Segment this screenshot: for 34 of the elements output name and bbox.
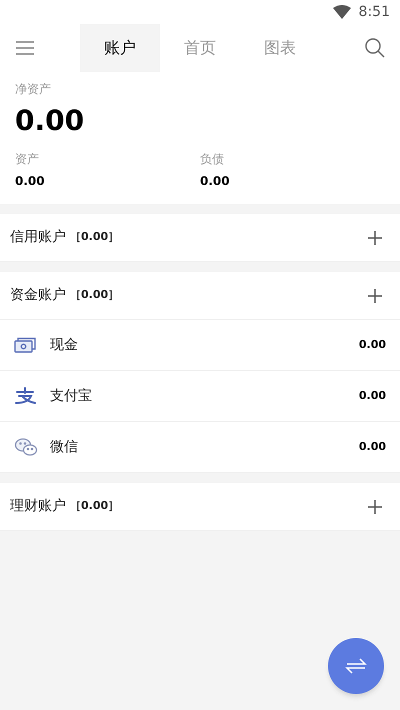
wifi-icon: [332, 5, 351, 19]
account-amount: 0.00: [358, 438, 386, 455]
account-amount: 0.00: [358, 336, 386, 353]
add-icon[interactable]: [368, 288, 382, 302]
account-name: 支付宝: [50, 386, 92, 406]
account-row[interactable]: 支付宝 0.00: [0, 371, 400, 422]
transfer-icon: [345, 657, 367, 675]
group-title: 信用账户: [10, 228, 66, 247]
liabilities-value: 0.00: [200, 173, 230, 190]
tab[interactable]: 账户: [80, 24, 160, 72]
status-time: 8:51: [358, 2, 390, 22]
liabilities-label: 负债: [200, 151, 224, 168]
add-icon[interactable]: [368, 230, 382, 244]
account-name: 现金: [50, 336, 78, 354]
assets-label: 资产: [15, 151, 39, 168]
banknote-icon: [14, 337, 36, 353]
account-amount: 0.00: [358, 388, 386, 404]
menu-icon: [16, 41, 34, 55]
pay-glyph-icon: [14, 387, 36, 405]
account-name: 微信: [50, 438, 78, 456]
account-row[interactable]: 微信 0.00: [0, 422, 400, 473]
assets-value: 0.00: [15, 173, 45, 190]
group-total: ［0.00］: [70, 229, 120, 246]
group-title: 资金账户: [10, 286, 66, 305]
group-total: ［0.00］: [70, 498, 120, 514]
add-icon[interactable]: [368, 500, 382, 514]
net-assets-value: 0.00: [15, 103, 84, 139]
group-title: 理财账户: [10, 497, 66, 516]
transfer-button[interactable]: [328, 638, 384, 694]
chat-bubbles-icon: [14, 437, 38, 457]
group-total: ［0.00］: [70, 287, 120, 304]
account-row[interactable]: 现金 0.00: [0, 320, 400, 371]
search-icon: [365, 38, 385, 58]
net-assets-label: 净资产: [15, 81, 51, 98]
